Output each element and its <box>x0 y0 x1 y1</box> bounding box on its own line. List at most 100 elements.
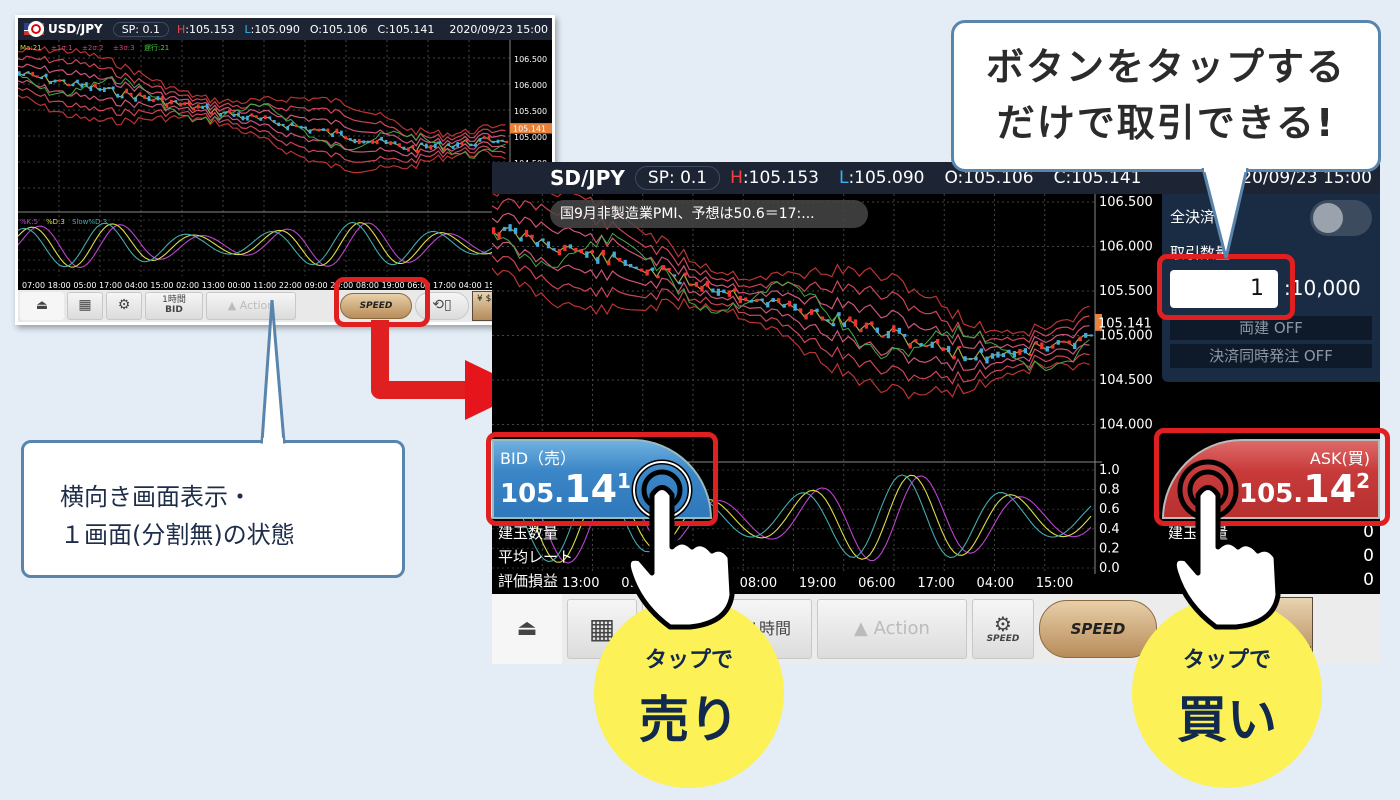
candle <box>411 144 415 149</box>
candle <box>914 339 918 343</box>
time-tick-label: 02:00 <box>176 281 199 290</box>
candle <box>348 138 352 141</box>
eject-icon: ⏏ <box>516 615 538 641</box>
candle <box>340 130 343 136</box>
settings-button[interactable]: ⚙ <box>106 292 142 320</box>
tap-hand-icon <box>625 459 735 630</box>
candle <box>908 342 912 349</box>
timeframe-button[interactable]: 1時間 BID <box>145 292 203 320</box>
candle <box>505 140 509 144</box>
candle <box>398 143 401 147</box>
time-tick-label: 00:00 <box>227 281 250 290</box>
quantity-highlight <box>1157 254 1295 320</box>
candle <box>656 275 660 279</box>
large-chart[interactable]: 106.500 106.000 105.500 105.000 104.500 104.0… <box>491 183 1162 600</box>
candle <box>1001 353 1006 358</box>
time-tick-label: 19:00 <box>799 576 836 591</box>
candle <box>1062 340 1066 343</box>
time-tick-label: 04:00 <box>125 281 148 290</box>
candle <box>733 288 737 292</box>
time-tick-label: 17:00 <box>99 281 122 290</box>
candle <box>67 84 70 87</box>
candle <box>232 113 236 117</box>
candle <box>1040 342 1044 350</box>
candle <box>170 99 173 105</box>
small-chart[interactable]: 106.500106.000105.500105.000104.500104.0… <box>17 40 552 290</box>
candle <box>700 285 704 292</box>
candle <box>161 95 164 101</box>
eject-button[interactable]: ⏏ <box>20 292 64 320</box>
candle <box>487 136 491 141</box>
spread: SP: 0.1 <box>634 166 721 190</box>
stoch-legend-label: %D:3 <box>46 218 65 226</box>
candle <box>451 145 455 149</box>
candle <box>875 327 880 333</box>
candle <box>661 265 666 271</box>
action-button[interactable]: ▲ Action <box>817 599 967 659</box>
symbol[interactable]: USD/JPY <box>48 22 103 36</box>
left-callout-pointer <box>260 300 286 444</box>
eject-button[interactable]: ⏏ <box>492 594 562 664</box>
candle <box>535 242 540 247</box>
price-tick-label: 106.500 <box>514 55 547 64</box>
close-all-toggle[interactable] <box>1310 200 1372 236</box>
price-tick-label: 105.500 <box>514 107 547 116</box>
stoch-tick-label: 0.8 <box>1099 483 1120 498</box>
candle <box>165 102 169 109</box>
time-tick-label: 04:00 <box>459 281 482 290</box>
time-tick-label: 11:00 <box>253 281 276 290</box>
stoch-tick-label: 0.2 <box>1099 541 1120 556</box>
stoch-tick-label: 0.6 <box>1099 502 1120 517</box>
bb-legend-label: 遅行:21 <box>144 43 169 52</box>
spread: SP: 0.1 <box>112 21 169 37</box>
candle <box>936 338 940 344</box>
candle <box>903 333 907 337</box>
candle <box>508 224 512 232</box>
candle <box>174 100 178 103</box>
candle <box>264 115 267 120</box>
candle <box>335 128 339 134</box>
candle <box>886 330 890 339</box>
candle <box>788 300 792 307</box>
candle <box>241 116 245 121</box>
candle <box>1029 353 1033 356</box>
candle <box>272 120 276 123</box>
candle <box>205 103 209 109</box>
candle <box>134 96 137 102</box>
price-tick-label: 106.000 <box>1099 240 1153 255</box>
candle <box>250 113 254 117</box>
time-tick-label: 22:00 <box>279 281 302 290</box>
candle <box>98 87 102 91</box>
news-ticker[interactable]: 国9月非製造業PMI、予想は50.6＝17:... <box>550 200 868 228</box>
current-price-label: 105.141 <box>1098 317 1152 332</box>
candle <box>831 323 836 327</box>
candle <box>281 123 285 126</box>
large-chart-svg: 106.500106.000105.500105.000104.500104.0… <box>491 183 1153 591</box>
candle <box>963 356 967 362</box>
symbol[interactable]: SD/JPY <box>550 166 625 190</box>
candle <box>362 140 366 144</box>
candle <box>618 257 622 262</box>
candle <box>40 76 44 79</box>
candle <box>393 141 397 145</box>
layout-button[interactable]: ▦ <box>67 292 103 320</box>
candle <box>447 143 451 146</box>
candle <box>460 141 464 146</box>
candle <box>416 149 419 154</box>
price-tick-label: 105.000 <box>514 133 547 142</box>
candle <box>596 257 600 264</box>
buy-bubble-big: 買い <box>1177 691 1277 749</box>
candle <box>277 122 281 127</box>
candle <box>255 115 258 118</box>
candle <box>317 128 321 132</box>
candle <box>295 124 298 128</box>
candle <box>201 105 205 109</box>
candle <box>1067 340 1071 345</box>
candle <box>120 95 124 99</box>
speed-settings-button[interactable]: ⚙ SPEED <box>972 599 1034 659</box>
candle <box>585 251 589 258</box>
simultaneous-order-toggle[interactable]: 決済同時発注 OFF <box>1170 344 1372 368</box>
candle <box>102 87 106 93</box>
candle <box>968 357 973 361</box>
candle <box>299 125 303 129</box>
